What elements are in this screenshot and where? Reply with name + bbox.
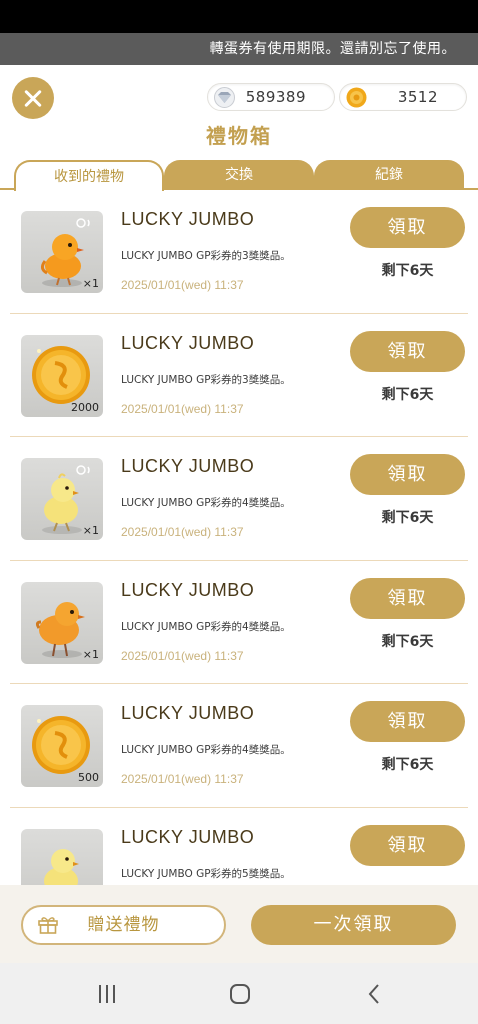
close-button[interactable]: [12, 77, 54, 119]
claim-button[interactable]: 領取: [350, 824, 465, 866]
header: 589389 3512 禮物箱 收到的禮物 交換 紀錄: [0, 65, 478, 191]
gift-thumbnail: ×1: [21, 211, 103, 293]
tab-bar: 收到的禮物 交換 紀錄: [0, 160, 478, 191]
gift-thumbnail: 500: [21, 705, 103, 787]
remaining-days: 剩下6天: [381, 510, 434, 526]
gift-description: LUCKY JUMBO GP彩券的5獎獎品。: [121, 867, 291, 880]
gift-description: LUCKY JUMBO GP彩券的4獎獎品。: [121, 744, 291, 756]
system-nav-bar: [0, 963, 478, 1024]
gift-row: ×1 LUCKY JUMBO LUCKY JUMBO GP彩券的4獎獎品。 20…: [10, 561, 468, 684]
gift-thumbnail: [21, 828, 103, 885]
gift-title: LUCKY JUMBO: [121, 579, 255, 600]
gift-title: LUCKY JUMBO: [121, 703, 255, 723]
gift-title: LUCKY JUMBO: [121, 332, 255, 353]
remaining-days: 剩下6天: [381, 633, 434, 650]
gift-quantity: ×1: [82, 277, 99, 290]
gift-thumbnail: 2000: [21, 334, 103, 417]
status-bar: [0, 0, 478, 33]
page-title: 禮物箱: [206, 124, 272, 148]
gift-description: LUCKY JUMBO GP彩券的3獎獎品。: [121, 373, 291, 386]
tab-received-gifts[interactable]: 收到的禮物: [14, 160, 164, 191]
remaining-days: 剩下6天: [381, 757, 434, 773]
coin-icon: [346, 87, 367, 108]
coin-count: 3512: [397, 88, 438, 106]
send-gift-label: 贈送禮物: [87, 915, 160, 935]
gift-thumbnail: ×1: [21, 581, 103, 664]
gift-date: 2025/01/01(wed) 11:37: [121, 278, 244, 292]
coin-balance: 3512: [339, 83, 467, 111]
gift-list: ×1 LUCKY JUMBO LUCKY JUMBO GP彩券的3獎獎品。 20…: [0, 190, 478, 885]
gift-title: LUCKY JUMBO: [121, 209, 255, 229]
gift-row: ×1 LUCKY JUMBO LUCKY JUMBO GP彩券的4獎獎品。 20…: [10, 437, 468, 561]
claim-button[interactable]: 領取: [350, 207, 465, 248]
yellow-chick-icon: [44, 848, 79, 885]
remaining-days: 剩下6天: [381, 263, 434, 279]
gem-balance: 589389: [207, 83, 335, 111]
gift-row: 500 LUCKY JUMBO LUCKY JUMBO GP彩券的4獎獎品。 2…: [10, 684, 468, 808]
back-icon[interactable]: [364, 983, 386, 1005]
gift-quantity: ×1: [82, 524, 99, 537]
gem-count: 589389: [245, 88, 306, 106]
gift-row: ×1 LUCKY JUMBO LUCKY JUMBO GP彩券的3獎獎品。 20…: [10, 190, 468, 314]
notice-banner: 轉蛋券有使用期限。還請別忘了使用。: [0, 33, 478, 65]
claim-button[interactable]: 領取: [350, 577, 465, 619]
send-gift-button[interactable]: 贈送禮物: [21, 905, 226, 945]
gift-thumbnail: ×1: [21, 458, 103, 540]
remaining-days: 剩下6天: [381, 386, 434, 403]
claim-all-button[interactable]: 一次領取: [251, 905, 456, 945]
gift-row: LUCKY JUMBO LUCKY JUMBO GP彩券的5獎獎品。 領取: [10, 808, 468, 885]
gift-date: 2025/01/01(wed) 11:37: [121, 772, 244, 786]
claim-button[interactable]: 領取: [350, 701, 465, 742]
gift-row: 2000 LUCKY JUMBO LUCKY JUMBO GP彩券的3獎獎品。 …: [10, 314, 468, 437]
gift-description: LUCKY JUMBO GP彩券的3獎獎品。: [121, 250, 291, 262]
gift-date: 2025/01/01(wed) 11:37: [121, 525, 244, 539]
footer-bar: 贈送禮物 一次領取: [0, 885, 478, 963]
gift-quantity: 2000: [71, 400, 99, 414]
claim-button[interactable]: 領取: [350, 454, 465, 495]
diamond-icon: [214, 87, 235, 108]
gift-quantity: ×1: [82, 647, 99, 661]
gift-description: LUCKY JUMBO GP彩券的4獎獎品。: [121, 620, 291, 633]
claim-button[interactable]: 領取: [350, 330, 465, 372]
recent-apps-icon[interactable]: [96, 983, 118, 1005]
tab-exchange[interactable]: 交換: [164, 160, 314, 190]
home-icon[interactable]: [229, 983, 251, 1005]
gift-title: LUCKY JUMBO: [121, 456, 255, 476]
gift-quantity: 500: [78, 771, 99, 784]
gift-description: LUCKY JUMBO GP彩券的4獎獎品。: [121, 497, 291, 509]
tab-history[interactable]: 紀錄: [314, 160, 464, 190]
gift-title: LUCKY JUMBO: [121, 826, 255, 847]
gift-date: 2025/01/01(wed) 11:37: [121, 401, 244, 416]
gift-date: 2025/01/01(wed) 11:37: [121, 648, 244, 663]
